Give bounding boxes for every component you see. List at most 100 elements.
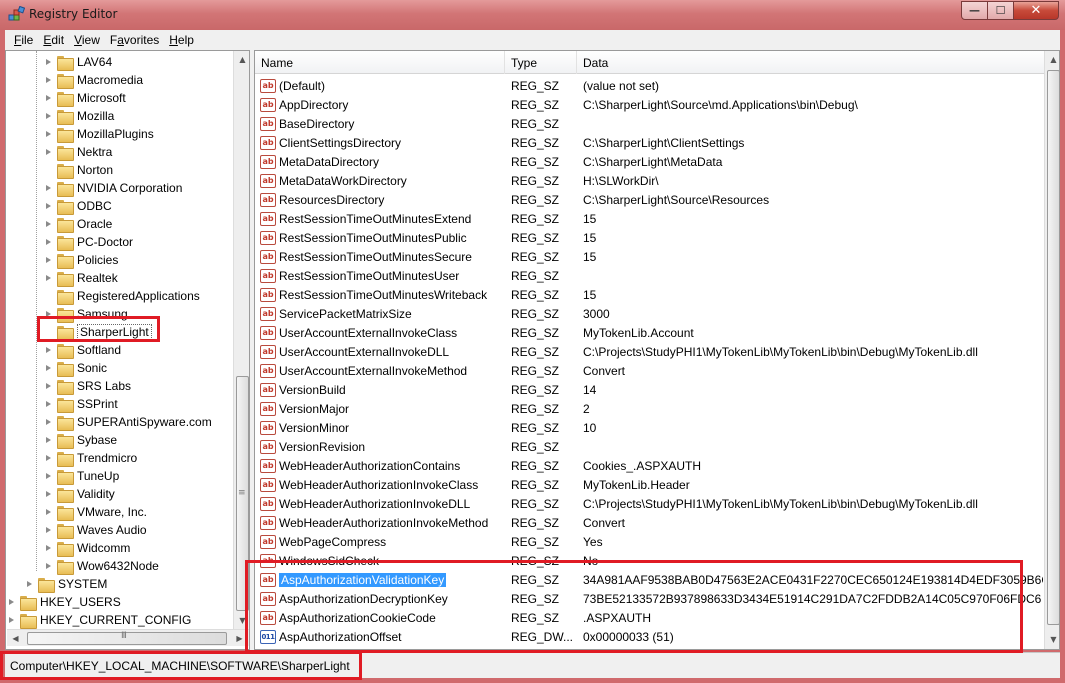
expand-arrow-icon[interactable] (44, 220, 53, 229)
value-row[interactable]: ab UserAccountExternalInvokeClass REG_SZ My… (255, 323, 1045, 342)
expand-arrow-icon[interactable] (44, 58, 53, 67)
tree-node-vmware-inc-[interactable]: VMware, Inc. (44, 503, 147, 521)
menu-view[interactable]: View (69, 33, 105, 47)
value-row[interactable]: ab AspAuthorizationDecryptionKey REG_SZ 73B… (255, 589, 1045, 608)
tree-node-wow6432node[interactable]: Wow6432Node (44, 557, 159, 575)
tree-node-odbc[interactable]: ODBC (44, 197, 112, 215)
value-row[interactable]: ab VersionMajor REG_SZ 2 (255, 399, 1045, 418)
close-button[interactable]: ✕ (1014, 1, 1059, 20)
value-row[interactable]: ab ServicePacketMatrixSize REG_SZ 3000 (255, 304, 1045, 323)
list-scroll-down-arrow-icon[interactable]: ▼ (1045, 631, 1059, 648)
expand-arrow-icon[interactable] (44, 490, 53, 499)
value-row[interactable]: ab VersionRevision REG_SZ (255, 437, 1045, 456)
tree-node-sonic[interactable]: Sonic (44, 359, 107, 377)
tree-node-ssprint[interactable]: SSPrint (44, 395, 118, 413)
tree-node-sharperlight[interactable]: SharperLight (44, 323, 152, 341)
value-row[interactable]: ab BaseDirectory REG_SZ (255, 114, 1045, 133)
expand-arrow-icon[interactable] (44, 526, 53, 535)
tree-node-samsung[interactable]: Samsung (44, 305, 128, 323)
tree-node-pc-doctor[interactable]: PC-Doctor (44, 233, 133, 251)
value-row[interactable]: ab VersionMinor REG_SZ 10 (255, 418, 1045, 437)
value-row[interactable]: ab WebPageCompress REG_SZ Yes (255, 532, 1045, 551)
expand-arrow-icon[interactable] (44, 508, 53, 517)
value-row[interactable]: ab WebHeaderAuthorizationInvokeMethod REG_… (255, 513, 1045, 532)
value-row[interactable]: ab ClientSettingsDirectory REG_SZ C:\Sharpe… (255, 133, 1045, 152)
expand-arrow-icon[interactable] (44, 112, 53, 121)
column-header-name[interactable]: Name (255, 51, 505, 74)
expand-arrow-icon[interactable] (44, 364, 53, 373)
tree-node-nvidia-corporation[interactable]: NVIDIA Corporation (44, 179, 182, 197)
expand-arrow-icon[interactable] (44, 400, 53, 409)
tree-node-sybase[interactable]: Sybase (44, 431, 117, 449)
tree-node-nektra[interactable]: Nektra (44, 143, 112, 161)
tree-vertical-scrollbar[interactable]: ▲ ≡ ▼ (233, 51, 249, 629)
value-row[interactable]: ab UserAccountExternalInvokeDLL REG_SZ C:\P… (255, 342, 1045, 361)
expand-arrow-icon[interactable] (44, 418, 53, 427)
value-row[interactable]: ab (Default) REG_SZ (value not set) (255, 76, 1045, 95)
tree-node-srs-labs[interactable]: SRS Labs (44, 377, 131, 395)
value-row[interactable]: ab MetaDataWorkDirectory REG_SZ H:\SLWorkDi… (255, 171, 1045, 190)
expand-arrow-icon[interactable] (44, 472, 53, 481)
expand-arrow-icon[interactable] (44, 238, 53, 247)
value-row[interactable]: ab RestSessionTimeOutMinutesSecure REG_SZ 1… (255, 247, 1045, 266)
value-row[interactable]: ab RestSessionTimeOutMinutesExtend REG_SZ 1… (255, 209, 1045, 228)
tree-node-softland[interactable]: Softland (44, 341, 121, 359)
expand-arrow-icon[interactable] (44, 184, 53, 193)
menu-favorites[interactable]: Favorites (105, 33, 164, 47)
tree-node-policies[interactable]: Policies (44, 251, 118, 269)
scroll-down-arrow-icon[interactable]: ▼ (234, 612, 249, 629)
tree-node-realtek[interactable]: Realtek (44, 269, 118, 287)
tree-node-superantispyware-com[interactable]: SUPERAntiSpyware.com (44, 413, 212, 431)
expand-arrow-icon[interactable] (7, 616, 16, 625)
expand-arrow-icon[interactable] (44, 202, 53, 211)
value-row[interactable]: ab AspAuthorizationCookieCode REG_SZ .ASPXA… (255, 608, 1045, 627)
column-header-type[interactable]: Type (505, 51, 577, 74)
maximize-button[interactable]: ☐ (988, 1, 1014, 20)
tree-node-oracle[interactable]: Oracle (44, 215, 112, 233)
list-scroll-thumb[interactable] (1047, 70, 1059, 625)
tree-node-registeredapplications[interactable]: RegisteredApplications (44, 287, 200, 305)
tree-node-norton[interactable]: Norton (44, 161, 113, 179)
tree-node-mozilla[interactable]: Mozilla (44, 107, 114, 125)
value-row[interactable]: ab WebHeaderAuthorizationInvokeClass REG_S… (255, 475, 1045, 494)
expand-arrow-icon[interactable] (44, 454, 53, 463)
list-vertical-scrollbar[interactable]: ▲ ▼ (1044, 51, 1059, 649)
menu-file[interactable]: File (9, 33, 38, 47)
tree-hscroll-thumb[interactable] (27, 632, 227, 645)
value-row[interactable]: ab AppDirectory REG_SZ C:\SharperLight\Sour… (255, 95, 1045, 114)
value-row[interactable]: ab UserAccountExternalInvokeMethod REG_SZ C… (255, 361, 1045, 380)
value-row[interactable]: 011 AspAuthorizationOffset REG_DW... 0x0000… (255, 627, 1045, 646)
title-bar[interactable]: Registry Editor — ☐ ✕ (0, 0, 1065, 30)
value-row[interactable]: ab RestSessionTimeOutMinutesUser REG_SZ (255, 266, 1045, 285)
expand-arrow-icon[interactable] (44, 76, 53, 85)
tree-node-system[interactable]: SYSTEM (25, 575, 107, 593)
value-row[interactable]: ab WebHeaderAuthorizationInvokeDLL REG_SZ C… (255, 494, 1045, 513)
tree-node-hkey-users[interactable]: HKEY_USERS (7, 593, 121, 611)
value-row[interactable]: ab WebHeaderAuthorizationContains REG_SZ Co… (255, 456, 1045, 475)
expand-arrow-icon[interactable] (44, 544, 53, 553)
expand-arrow-icon[interactable] (44, 436, 53, 445)
tree-node-macromedia[interactable]: Macromedia (44, 71, 143, 89)
expand-arrow-icon[interactable] (44, 310, 53, 319)
tree-node-validity[interactable]: Validity (44, 485, 115, 503)
expand-arrow-icon[interactable] (44, 382, 53, 391)
menu-edit[interactable]: Edit (38, 33, 69, 47)
tree-node-lav64[interactable]: LAV64 (44, 53, 112, 71)
value-row[interactable]: ab VersionBuild REG_SZ 14 (255, 380, 1045, 399)
list-scroll-up-arrow-icon[interactable]: ▲ (1045, 51, 1059, 68)
tree-node-microsoft[interactable]: Microsoft (44, 89, 126, 107)
expand-arrow-icon[interactable] (7, 598, 16, 607)
expand-arrow-icon[interactable] (44, 274, 53, 283)
values-list-pane[interactable]: Name Type Data ▲ ▼ ab (Default) REG_SZ (val… (254, 50, 1060, 650)
scroll-left-arrow-icon[interactable]: ◀ (7, 630, 24, 647)
value-row[interactable]: ab ResourcesDirectory REG_SZ C:\SharperLigh… (255, 190, 1045, 209)
tree-node-waves-audio[interactable]: Waves Audio (44, 521, 147, 539)
tree-node-hkey-current-config[interactable]: HKEY_CURRENT_CONFIG (7, 611, 191, 629)
tree-node-widcomm[interactable]: Widcomm (44, 539, 130, 557)
expand-arrow-icon[interactable] (44, 130, 53, 139)
value-row[interactable]: ab WindowsSidCheck REG_SZ No (255, 551, 1045, 570)
menu-help[interactable]: Help (164, 33, 199, 47)
value-row[interactable]: ab RestSessionTimeOutMinutesPublic REG_SZ 1… (255, 228, 1045, 247)
key-tree-pane[interactable]: ▲ ≡ ▼ ◀ III ▶ LAV64 Macromedia Microsoft Mo… (5, 50, 250, 650)
tree-node-mozillaplugins[interactable]: MozillaPlugins (44, 125, 154, 143)
